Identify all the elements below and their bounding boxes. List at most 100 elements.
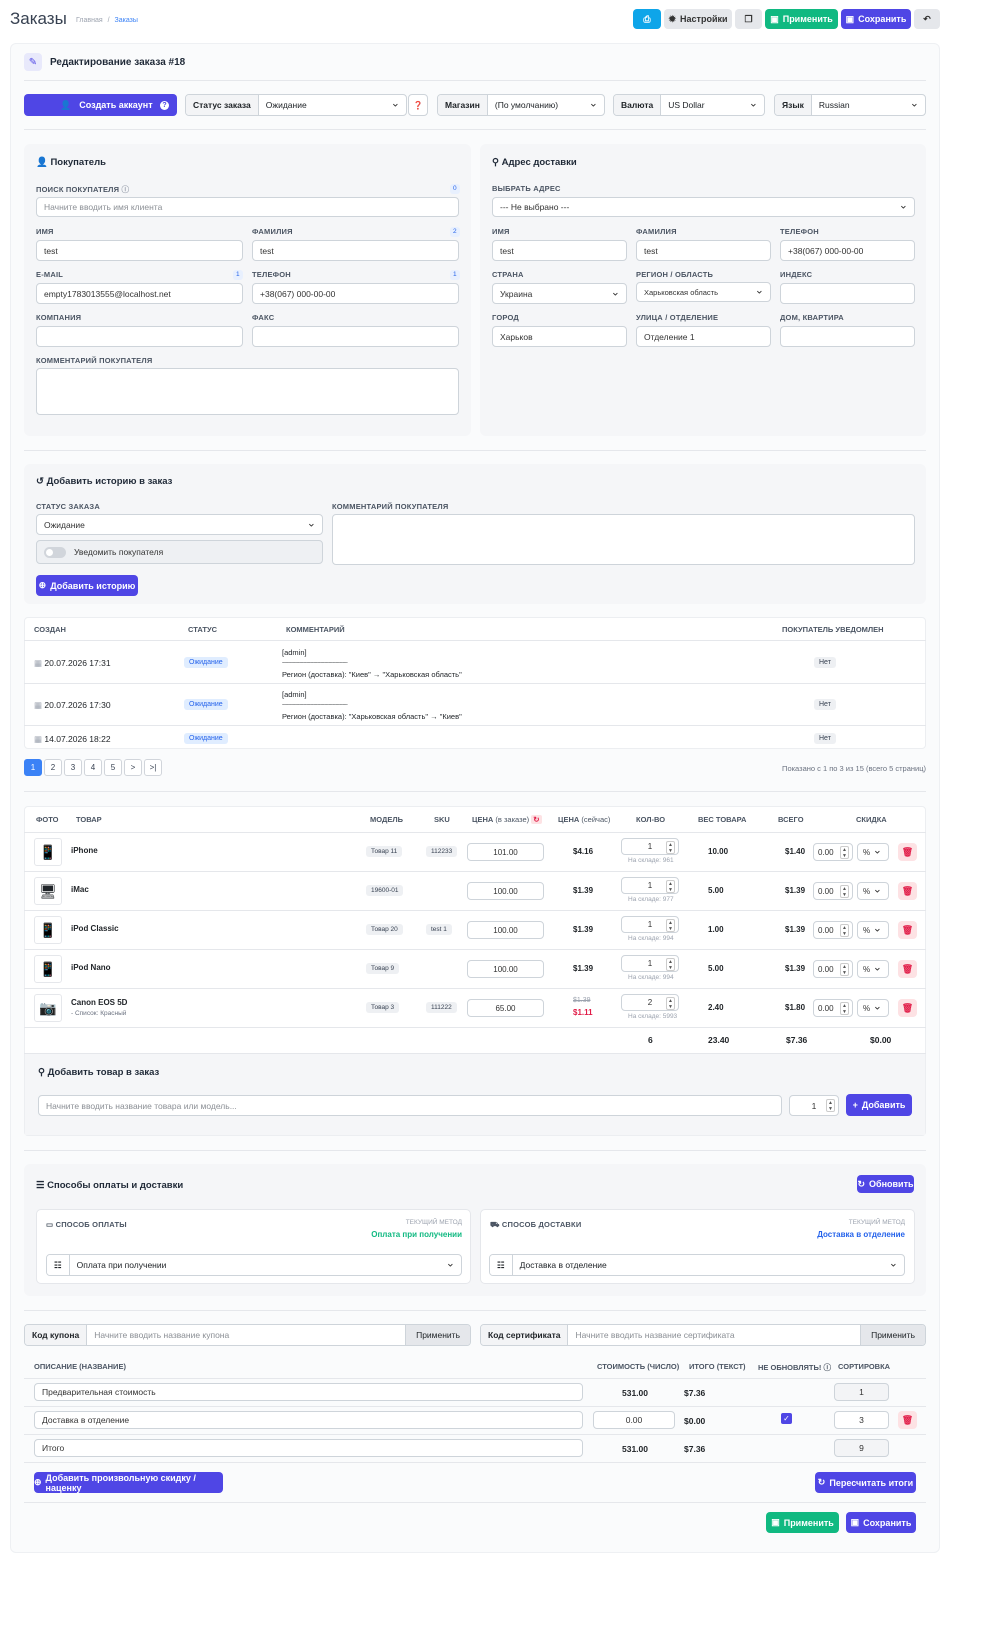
delete-total-button[interactable]: 🗑 xyxy=(898,1411,917,1429)
recalc-button[interactable]: ↻ Пересчитать итоги xyxy=(815,1472,916,1493)
ship-lastname-field[interactable]: test xyxy=(636,240,771,261)
back-button[interactable]: ↶ xyxy=(914,9,940,29)
discount-type-select[interactable]: % xyxy=(857,843,889,861)
buyer-comment-textarea[interactable] xyxy=(36,368,459,415)
add-product-input[interactable]: Начните вводить название товара или моде… xyxy=(38,1095,782,1116)
qty-field[interactable]: 2 ▲ ▼ xyxy=(621,994,679,1011)
total-value-field[interactable]: 0.00 xyxy=(593,1411,675,1429)
add-product-qty[interactable]: 1 ▲ ▼ xyxy=(789,1095,839,1116)
qty-stepper-icon[interactable]: ▲ ▼ xyxy=(666,841,675,854)
payment-select[interactable]: ☷ Оплата при получении xyxy=(46,1254,462,1276)
discount-stepper-icon[interactable]: ▲ ▼ xyxy=(840,1002,849,1015)
qty-stepper-icon[interactable]: ▲ ▼ xyxy=(666,997,675,1010)
qty-field[interactable]: 1 ▲ ▼ xyxy=(621,838,679,855)
sort-field[interactable]: 3 xyxy=(834,1411,889,1429)
discount-stepper-icon[interactable]: ▲ ▼ xyxy=(840,885,849,898)
add-history-button[interactable]: ⊕ Добавить историю xyxy=(36,575,138,596)
price-field[interactable]: 101.00 xyxy=(467,843,544,861)
remove-product-button[interactable]: 🗑 xyxy=(898,882,917,900)
product-photo[interactable]: 🖥 xyxy=(34,877,62,905)
discount-type-select[interactable]: % xyxy=(857,999,889,1017)
qty-stepper-icon[interactable]: ▲ ▼ xyxy=(666,880,675,893)
discount-type-select[interactable]: % xyxy=(857,960,889,978)
discount-field[interactable]: 0.00 ▲ ▼ xyxy=(813,999,853,1017)
buyer-fax-field[interactable] xyxy=(252,326,459,347)
breadcrumb-current[interactable]: Заказы xyxy=(115,17,138,24)
sort-field[interactable]: 1 xyxy=(834,1383,889,1401)
country-select[interactable]: Украина xyxy=(492,283,627,304)
product-name[interactable]: iPhone xyxy=(71,846,98,855)
copy-button[interactable]: ❐ xyxy=(735,9,762,29)
qty-stepper-icon[interactable]: ▲ ▼ xyxy=(666,919,675,932)
price-field[interactable]: 100.00 xyxy=(467,921,544,939)
discount-stepper-icon[interactable]: ▲ ▼ xyxy=(840,963,849,976)
city-field[interactable]: Харьков xyxy=(492,326,627,347)
discount-stepper-icon[interactable]: ▲ ▼ xyxy=(840,924,849,937)
buyer-firstname-field[interactable]: test xyxy=(36,240,243,261)
order-status-select[interactable]: Статус заказа Ожидание xyxy=(185,94,407,116)
discount-type-select[interactable]: % xyxy=(857,921,889,939)
discount-field[interactable]: 0.00 ▲ ▼ xyxy=(813,921,853,939)
remove-product-button[interactable]: 🗑 xyxy=(898,999,917,1017)
refresh-price-icon[interactable]: ↻ xyxy=(531,815,542,824)
breadcrumb-home[interactable]: Главная xyxy=(76,17,103,24)
page-next[interactable]: > xyxy=(124,759,142,776)
add-product-button[interactable]: + Добавить xyxy=(846,1094,912,1116)
product-name[interactable]: iPod Classic xyxy=(71,924,119,933)
save-button[interactable]: ▣ Сохранить xyxy=(841,9,911,29)
total-name-field[interactable]: Итого xyxy=(34,1439,583,1457)
create-account-button[interactable]: 👤 Создать аккаунт? xyxy=(24,94,177,116)
total-name-field[interactable]: Предварительная стоимость xyxy=(34,1383,583,1401)
buyer-lastname-field[interactable]: test xyxy=(252,240,459,261)
page-last[interactable]: >| xyxy=(144,759,162,776)
price-field[interactable]: 100.00 xyxy=(467,960,544,978)
total-name-field[interactable]: Доставка в отделение xyxy=(34,1411,583,1429)
product-photo[interactable]: 📱 xyxy=(34,838,62,866)
page-5[interactable]: 5 xyxy=(104,759,122,776)
page-4[interactable]: 4 xyxy=(84,759,102,776)
region-select[interactable]: Харьковская область xyxy=(636,282,771,302)
qty-stepper-icon[interactable]: ▲ ▼ xyxy=(666,958,675,971)
qty-field[interactable]: 1 ▲ ▼ xyxy=(621,955,679,972)
language-select[interactable]: Язык Russian xyxy=(774,94,926,116)
zip-field[interactable] xyxy=(780,283,915,304)
product-name[interactable]: iMac xyxy=(71,885,89,894)
product-name[interactable]: iPod Nano xyxy=(71,963,111,972)
product-photo[interactable]: 📱 xyxy=(34,955,62,983)
discount-field[interactable]: 0.00 ▲ ▼ xyxy=(813,960,853,978)
discount-stepper-icon[interactable]: ▲ ▼ xyxy=(840,846,849,859)
remove-product-button[interactable]: 🗑 xyxy=(898,843,917,861)
coupon-apply-button[interactable]: Применить xyxy=(405,1325,470,1345)
history-comment-textarea[interactable] xyxy=(332,514,915,565)
address-select[interactable]: --- Не выбрано --- xyxy=(492,197,915,217)
sort-field[interactable]: 9 xyxy=(834,1439,889,1457)
currency-select[interactable]: Валюта US Dollar xyxy=(613,94,765,116)
product-photo[interactable]: 📷 xyxy=(34,994,62,1022)
no-update-checkbox[interactable]: ✓ xyxy=(781,1413,792,1424)
bottom-apply-button[interactable]: ▣ Применить xyxy=(766,1512,839,1533)
store-select[interactable]: Магазин (По умолчанию) xyxy=(437,94,605,116)
house-field[interactable] xyxy=(780,326,915,347)
refresh-methods-button[interactable]: ↻ Обновить xyxy=(857,1175,914,1193)
discount-field[interactable]: 0.00 ▲ ▼ xyxy=(813,882,853,900)
product-name[interactable]: Canon EOS 5D xyxy=(71,998,127,1007)
price-field[interactable]: 65.00 xyxy=(467,999,544,1017)
add-discount-button[interactable]: ⊕ Добавить произвольную скидку / наценку xyxy=(34,1472,223,1493)
certificate-apply-button[interactable]: Применить xyxy=(860,1325,925,1345)
street-field[interactable]: Отделение 1 xyxy=(636,326,771,347)
page-1[interactable]: 1 xyxy=(24,759,42,776)
product-photo[interactable]: 📱 xyxy=(34,916,62,944)
discount-field[interactable]: 0.00 ▲ ▼ xyxy=(813,843,853,861)
coupon-input[interactable]: Начните вводить название купона xyxy=(87,1330,405,1340)
discount-type-select[interactable]: % xyxy=(857,882,889,900)
certificate-input[interactable]: Начните вводить название сертификата xyxy=(568,1330,860,1340)
settings-button[interactable]: ✹ Настройки xyxy=(664,9,732,29)
price-field[interactable]: 100.00 xyxy=(467,882,544,900)
bottom-save-button[interactable]: ▣ Сохранить xyxy=(846,1512,916,1533)
qty-stepper-icon[interactable]: ▲ ▼ xyxy=(826,1099,835,1112)
remove-product-button[interactable]: 🗑 xyxy=(898,960,917,978)
ship-firstname-field[interactable]: test xyxy=(492,240,627,261)
buyer-phone-field[interactable]: +38(067) 000-00-00 xyxy=(252,283,459,304)
buyer-email-field[interactable]: empty1783013555@localhost.net xyxy=(36,283,243,304)
notify-toggle[interactable] xyxy=(44,546,66,558)
